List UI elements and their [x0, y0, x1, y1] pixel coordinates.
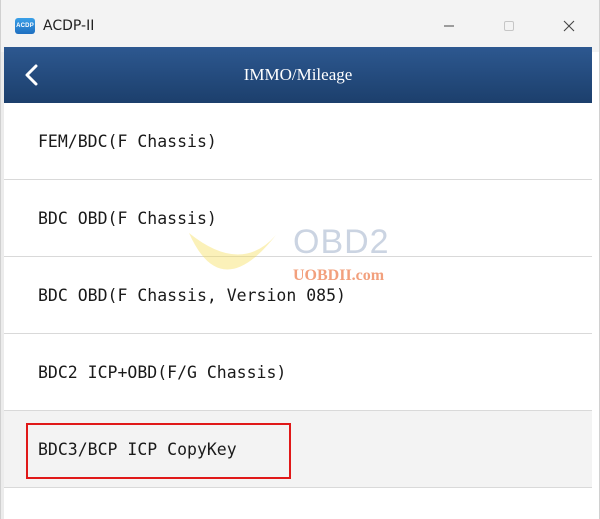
window-controls — [419, 0, 599, 52]
list-item-label: FEM/BDC(F Chassis) — [38, 131, 217, 151]
title-bar[interactable]: ACDP ACDP-II — [1, 0, 599, 52]
minimize-icon — [444, 25, 454, 27]
close-icon — [563, 20, 575, 32]
app-logo-icon: ACDP — [15, 18, 35, 34]
chevron-left-icon — [25, 64, 38, 86]
list-item-bdc2-icp-obd[interactable]: BDC2 ICP+OBD(F/G Chassis) — [4, 334, 592, 411]
list-item-label: BDC OBD(F Chassis) — [38, 208, 217, 228]
maximize-icon — [504, 21, 514, 31]
list-item-fem-bdc[interactable]: FEM/BDC(F Chassis) — [4, 103, 592, 180]
list-item-bdc3-bcp-copykey[interactable]: BDC3/BCP ICP CopyKey — [4, 411, 592, 488]
app-window: ACDP ACDP-II IMMO/Mileage FEM/BDC(F Chas… — [0, 0, 600, 519]
list-item-label: BDC2 ICP+OBD(F/G Chassis) — [38, 362, 287, 382]
page-header: IMMO/Mileage — [4, 47, 592, 103]
function-list: FEM/BDC(F Chassis) BDC OBD(F Chassis) BD… — [4, 103, 592, 518]
list-item-label: BDC OBD(F Chassis, Version 085) — [38, 285, 346, 305]
back-button[interactable] — [18, 61, 46, 89]
maximize-button[interactable] — [479, 0, 539, 52]
list-item-bdc-obd-085[interactable]: BDC OBD(F Chassis, Version 085) — [4, 257, 592, 334]
page-title: IMMO/Mileage — [243, 65, 353, 84]
list-item-partial[interactable] — [4, 488, 592, 518]
window-title: ACDP-II — [43, 18, 95, 34]
list-item-bdc-obd[interactable]: BDC OBD(F Chassis) — [4, 180, 592, 257]
highlight-box — [26, 423, 291, 479]
close-button[interactable] — [539, 0, 599, 52]
minimize-button[interactable] — [419, 0, 479, 52]
